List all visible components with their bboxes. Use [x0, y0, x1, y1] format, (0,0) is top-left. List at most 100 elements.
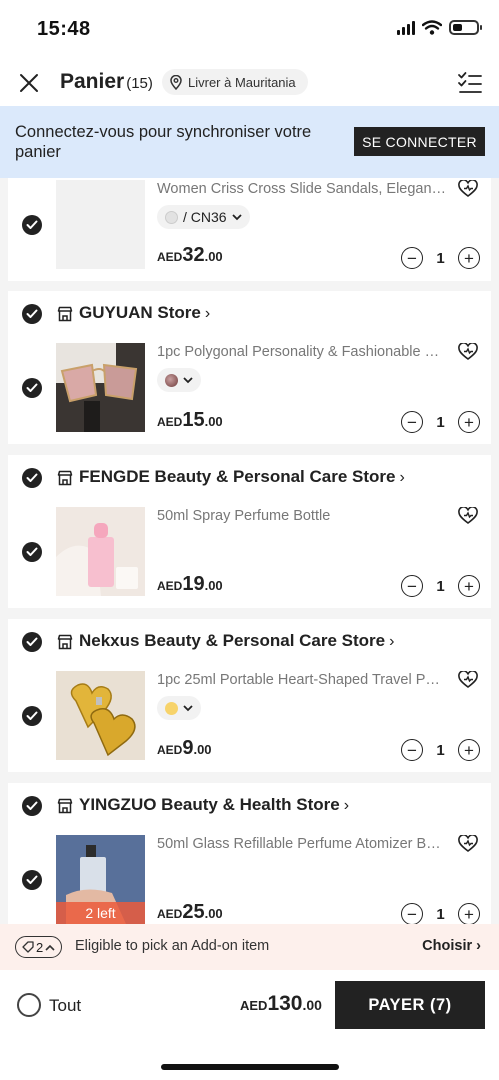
- increase-qty-button[interactable]: +: [458, 247, 480, 269]
- battery-icon: [449, 20, 482, 35]
- item-checkbox[interactable]: [22, 378, 42, 398]
- item-price: AED9.00: [157, 737, 212, 759]
- wishlist-heart-icon[interactable]: [458, 343, 478, 361]
- quantity-value: 1: [436, 249, 445, 267]
- store-header[interactable]: YINGZUO Beauty & Health Store ›: [8, 783, 491, 829]
- item-checkbox[interactable]: [22, 870, 42, 890]
- increase-qty-button[interactable]: +: [458, 411, 480, 433]
- checkmark-icon: [26, 801, 38, 810]
- quantity-stepper: − 1 +: [401, 246, 480, 270]
- product-name[interactable]: 50ml Spray Perfume Bottle: [157, 508, 447, 524]
- quantity-value: 1: [436, 741, 445, 759]
- store-header[interactable]: GUYUAN Store ›: [8, 291, 491, 337]
- store-header[interactable]: Nekxus Beauty & Personal Care Store ›: [8, 619, 491, 665]
- store-name[interactable]: FENGDE Beauty & Personal Care Store ›: [79, 467, 405, 487]
- decrease-qty-button[interactable]: −: [401, 247, 423, 269]
- color-swatch: [165, 210, 178, 224]
- select-all-checkbox[interactable]: [17, 993, 41, 1017]
- product-name[interactable]: 50ml Glass Refillable Perfume Atomizer B…: [157, 836, 447, 852]
- variant-selector[interactable]: [157, 368, 201, 392]
- store-group: YINGZUO Beauty & Health Store › 2 left 50…: [8, 783, 491, 924]
- store-name[interactable]: Nekxus Beauty & Personal Care Store ›: [79, 631, 394, 651]
- color-swatch: [165, 701, 178, 715]
- home-indicator[interactable]: [161, 1064, 339, 1070]
- item-checkbox[interactable]: [22, 542, 42, 562]
- close-icon: [20, 74, 38, 92]
- wishlist-heart-icon[interactable]: [458, 835, 478, 853]
- shipping-destination-button[interactable]: Livrer à Mauritania: [162, 69, 308, 95]
- product-name[interactable]: 1pc Polygonal Personality & Fashionable …: [157, 344, 447, 360]
- variant-selector[interactable]: / CN36: [157, 205, 250, 229]
- item-checkbox[interactable]: [22, 215, 42, 235]
- total-price: AED130.00: [240, 992, 322, 1015]
- cart-list[interactable]: Women Criss Cross Slide Sandals, Elegant…: [0, 178, 499, 924]
- product-name[interactable]: 1pc 25ml Portable Heart-Shaped Travel Pe…: [157, 672, 447, 688]
- product-image[interactable]: [56, 180, 145, 269]
- increase-qty-button[interactable]: +: [458, 575, 480, 597]
- chevron-right-icon: ›: [204, 305, 211, 322]
- wishlist-heart-icon[interactable]: [458, 180, 478, 198]
- wifi-icon: [422, 20, 442, 35]
- checkmark-icon: [26, 473, 38, 482]
- perfume-bottle-image: [56, 507, 145, 596]
- store-checkbox[interactable]: [22, 304, 42, 324]
- chevron-down-icon: [231, 213, 242, 220]
- stock-badge: 2 left: [56, 902, 145, 924]
- decrease-qty-button[interactable]: −: [401, 739, 423, 761]
- wishlist-heart-icon[interactable]: [458, 507, 478, 525]
- store-name[interactable]: YINGZUO Beauty & Health Store ›: [79, 795, 349, 815]
- cellular-signal-icon: [397, 20, 415, 35]
- product-name[interactable]: Women Criss Cross Slide Sandals, Elegant…: [157, 181, 447, 197]
- item-checkbox[interactable]: [22, 706, 42, 726]
- checklist-button[interactable]: [457, 70, 483, 96]
- cart-item: Women Criss Cross Slide Sandals, Elegant…: [8, 178, 491, 281]
- sign-in-button[interactable]: SE CONNECTER: [354, 127, 485, 156]
- status-icons: [397, 20, 482, 35]
- store-group: Nekxus Beauty & Personal Care Store › 1pc…: [8, 619, 491, 772]
- cart-count: (15): [126, 75, 153, 92]
- checkmark-icon: [26, 309, 38, 318]
- login-prompt: Connectez-vous pour synchroniser votre p…: [15, 123, 312, 161]
- product-image[interactable]: 2 left: [56, 835, 145, 924]
- quantity-stepper: − 1 +: [401, 410, 480, 434]
- wishlist-heart-icon[interactable]: [458, 671, 478, 689]
- addon-badge[interactable]: 2: [15, 936, 63, 958]
- checklist-icon: [458, 72, 482, 93]
- increase-qty-button[interactable]: +: [458, 739, 480, 761]
- product-image[interactable]: [56, 507, 145, 596]
- decrease-qty-button[interactable]: −: [401, 411, 423, 433]
- store-checkbox[interactable]: [22, 468, 42, 488]
- checkmark-icon: [26, 875, 38, 884]
- store-checkbox[interactable]: [22, 796, 42, 816]
- shipping-destination-label: Livrer à Mauritania: [188, 74, 296, 90]
- store-icon: [57, 470, 73, 486]
- decrease-qty-button[interactable]: −: [401, 903, 423, 924]
- chevron-up-icon: [45, 944, 55, 951]
- quantity-stepper: − 1 +: [401, 574, 480, 598]
- choose-addon-link[interactable]: Choisir ›: [422, 938, 481, 954]
- product-image[interactable]: [56, 343, 145, 432]
- increase-qty-button[interactable]: +: [458, 903, 480, 924]
- select-all-label[interactable]: Tout: [49, 996, 81, 1016]
- chevron-down-icon: [183, 704, 193, 711]
- close-button[interactable]: [16, 70, 42, 96]
- addon-bar[interactable]: 2 Eligible to pick an Add-on item Choisi…: [0, 924, 499, 970]
- store-header[interactable]: FENGDE Beauty & Personal Care Store ›: [8, 455, 491, 501]
- decrease-qty-button[interactable]: −: [401, 575, 423, 597]
- quantity-value: 1: [436, 905, 445, 923]
- status-time: 15:48: [37, 18, 91, 40]
- heart-perfume-image: [56, 671, 145, 760]
- store-checkbox[interactable]: [22, 632, 42, 652]
- checkmark-icon: [26, 383, 38, 392]
- item-price: AED19.00: [157, 573, 223, 595]
- item-price: AED25.00: [157, 901, 223, 923]
- checkout-button[interactable]: PAYER (7): [335, 981, 485, 1029]
- page-title: Panier (15): [60, 70, 153, 94]
- cart-header: Panier (15) Livrer à Mauritania: [0, 58, 499, 106]
- checkmark-icon: [26, 637, 38, 646]
- chevron-right-icon: ›: [399, 469, 405, 486]
- chevron-down-icon: [183, 376, 193, 383]
- variant-selector[interactable]: [157, 696, 201, 720]
- store-name[interactable]: GUYUAN Store ›: [79, 303, 210, 323]
- product-image[interactable]: [56, 671, 145, 760]
